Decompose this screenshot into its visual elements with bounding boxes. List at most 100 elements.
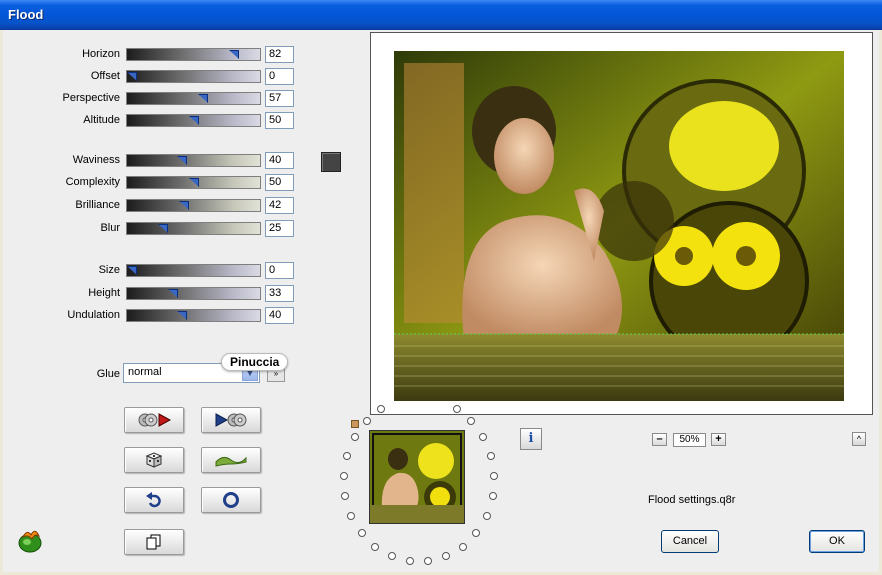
slider-thumb-size[interactable]	[127, 266, 137, 275]
slider-value-altitude[interactable]: 50	[265, 112, 294, 129]
preset-dot[interactable]	[406, 557, 414, 565]
preset-dot[interactable]	[489, 492, 497, 500]
copy-button[interactable]	[124, 529, 184, 555]
slider-row-height: Height 33	[3, 285, 303, 303]
reset-button[interactable]	[201, 487, 261, 513]
slider-thumb-waviness[interactable]	[177, 156, 187, 165]
preset-dot[interactable]	[377, 405, 385, 413]
slider-track-complexity[interactable]	[126, 176, 261, 189]
slider-thumb-undulation[interactable]	[177, 311, 187, 320]
slider-value-perspective[interactable]: 57	[265, 90, 294, 107]
settings-filename: Flood settings.q8r	[648, 494, 736, 506]
slider-thumb-altitude[interactable]	[189, 116, 199, 125]
thumbnail-navigator[interactable]	[369, 430, 465, 524]
preset-dot[interactable]	[363, 417, 371, 425]
glue-label: Glue	[96, 368, 120, 380]
slider-track-height[interactable]	[126, 287, 261, 300]
preset-dot[interactable]	[490, 472, 498, 480]
slider-value-offset[interactable]: 0	[265, 68, 294, 85]
slider-row-altitude: Altitude 50	[3, 112, 303, 130]
preset-dot[interactable]	[424, 557, 432, 565]
preset-dot[interactable]	[358, 529, 366, 537]
ok-button[interactable]: OK	[809, 530, 865, 553]
preset-dot[interactable]	[459, 543, 467, 551]
preview-image	[394, 51, 844, 401]
dice-icon	[145, 452, 163, 468]
slider-label-horizon: Horizon	[82, 48, 120, 60]
random-stop-button[interactable]	[124, 407, 184, 433]
copy-icon	[146, 534, 161, 550]
slider-thumb-perspective[interactable]	[198, 94, 208, 103]
slider-track-altitude[interactable]	[126, 114, 261, 127]
slider-row-offset: Offset 0	[3, 68, 303, 86]
slider-track-size[interactable]	[126, 264, 261, 277]
slider-track-undulation[interactable]	[126, 309, 261, 322]
preset-dot[interactable]	[341, 492, 349, 500]
slider-track-brilliance[interactable]	[126, 199, 261, 212]
slider-thumb-height[interactable]	[168, 289, 178, 298]
slider-value-size[interactable]: 0	[265, 262, 294, 279]
slider-label-complexity: Complexity	[65, 176, 120, 188]
title-bar[interactable]: Flood	[0, 0, 882, 30]
zoom-level: 50%	[673, 433, 706, 447]
info-button[interactable]: i	[520, 428, 542, 450]
color-swatch[interactable]	[321, 152, 341, 172]
preset-dot[interactable]	[467, 417, 475, 425]
slider-row-size: Size 0	[3, 262, 303, 280]
preview-artwork	[394, 51, 844, 401]
preset-dot[interactable]	[472, 529, 480, 537]
preset-dot[interactable]	[340, 472, 348, 480]
play-forward-icon	[215, 413, 247, 427]
slider-value-brilliance[interactable]: 42	[265, 197, 294, 214]
wave-button[interactable]	[201, 447, 261, 473]
slider-value-horizon[interactable]: 82	[265, 46, 294, 63]
preset-dot[interactable]	[483, 512, 491, 520]
randomize-button[interactable]	[124, 447, 184, 473]
app-logo-icon	[18, 530, 42, 553]
preset-dot[interactable]	[351, 433, 359, 441]
slider-track-blur[interactable]	[126, 222, 261, 235]
preset-dot[interactable]	[442, 552, 450, 560]
zoom-out-button[interactable]: –	[652, 433, 667, 446]
slider-row-perspective: Perspective 57	[3, 90, 303, 108]
slider-row-undulation: Undulation 40	[3, 307, 303, 325]
slider-value-undulation[interactable]: 40	[265, 307, 294, 324]
preset-dot[interactable]	[453, 405, 461, 413]
preset-dot[interactable]	[388, 552, 396, 560]
zoom-in-button[interactable]: +	[711, 433, 726, 446]
slider-thumb-blur[interactable]	[158, 224, 168, 233]
preset-dot[interactable]	[371, 543, 379, 551]
slider-value-blur[interactable]: 25	[265, 220, 294, 237]
slider-row-horizon: Horizon 82	[3, 46, 303, 64]
play-forward-button[interactable]	[201, 407, 261, 433]
slider-label-waviness: Waviness	[72, 154, 120, 166]
slider-track-offset[interactable]	[126, 70, 261, 83]
preview-panel[interactable]	[370, 32, 873, 415]
preset-dot[interactable]	[343, 452, 351, 460]
slider-track-horizon[interactable]	[126, 48, 261, 61]
slider-thumb-offset[interactable]	[127, 72, 137, 81]
thumbnail-handle[interactable]	[351, 420, 359, 428]
preset-dot[interactable]	[487, 452, 495, 460]
reset-circle-icon	[223, 492, 239, 508]
undo-button[interactable]	[124, 487, 184, 513]
slider-thumb-brilliance[interactable]	[179, 201, 189, 210]
window-title: Flood	[8, 7, 44, 22]
slider-thumb-horizon[interactable]	[229, 50, 239, 59]
slider-value-complexity[interactable]: 50	[265, 174, 294, 191]
random-stop-icon	[138, 413, 171, 427]
collapse-button[interactable]: ^	[852, 432, 866, 446]
preset-dot[interactable]	[347, 512, 355, 520]
slider-thumb-complexity[interactable]	[189, 178, 199, 187]
slider-track-perspective[interactable]	[126, 92, 261, 105]
watermark-label: Pinuccia	[221, 353, 289, 371]
slider-value-height[interactable]: 33	[265, 285, 294, 302]
preset-dot[interactable]	[479, 433, 487, 441]
slider-row-complexity: Complexity 50	[3, 174, 303, 192]
cancel-button[interactable]: Cancel	[661, 530, 719, 553]
slider-track-waviness[interactable]	[126, 154, 261, 167]
slider-label-altitude: Altitude	[83, 114, 120, 126]
slider-value-waviness[interactable]: 40	[265, 152, 294, 169]
slider-label-perspective: Perspective	[62, 92, 120, 104]
undo-icon	[146, 492, 161, 508]
